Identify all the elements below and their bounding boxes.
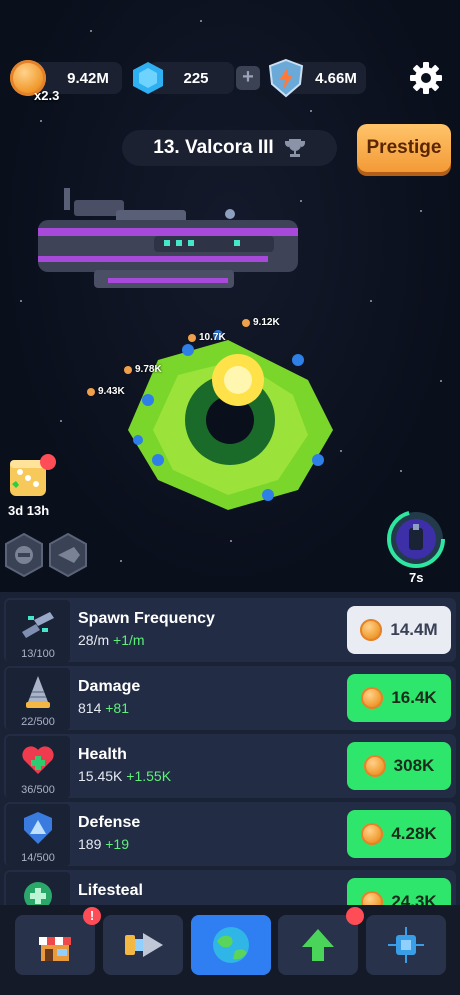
upgrade-row-spawn-frequency: 13/100 Spawn Frequency 28/m +1/m 14.4M — [4, 598, 456, 662]
drill-icon — [26, 676, 50, 708]
upgrade-name: Lifesteal — [78, 882, 143, 899]
upgrade-icon-box: 14/500 — [6, 804, 70, 866]
upgrade-icon-box: 13/100 — [6, 600, 70, 662]
heart-icon — [22, 746, 54, 774]
drill-nav-icon — [125, 933, 163, 957]
ships-icon — [22, 612, 54, 638]
planet-name: 13. Valcora III — [153, 137, 274, 158]
coin-multiplier: x2.3 — [34, 88, 60, 103]
upgrade-value: 189 +19 — [78, 836, 129, 852]
upgrade-name: Spawn Frequency — [78, 610, 215, 627]
upgrade-icon-box: 36/500 — [6, 736, 70, 798]
dice-timer: 3d 13h — [8, 503, 50, 518]
nav-shop[interactable]: ! — [15, 907, 101, 975]
damage-popup: 10.7K — [188, 332, 226, 343]
damage-popup: 9.12K — [242, 317, 280, 328]
upgrade-level: 36/500 — [21, 784, 55, 796]
upgrade-level: 14/500 — [21, 852, 55, 864]
upgrade-value: 15.45K +1.55K — [78, 768, 172, 784]
upgrade-buy-button[interactable]: 308K — [347, 742, 451, 790]
nav-chip[interactable] — [366, 915, 446, 975]
portal-icon[interactable] — [387, 510, 445, 568]
upgrade-value: 28/m +1/m — [78, 632, 145, 648]
chip-icon — [388, 927, 424, 963]
shop-icon — [39, 937, 71, 961]
planet-name-bar[interactable]: 13. Valcora III — [122, 130, 337, 166]
coin-icon — [361, 823, 384, 845]
energy-shield-icon — [268, 58, 304, 98]
upgrade-row-lifesteal: Lifesteal 24.3K — [4, 870, 456, 910]
coin-icon — [363, 755, 386, 777]
nav-drill[interactable] — [103, 915, 183, 975]
resource-bar: 9.42M x2.3 225 + 4.66M — [8, 58, 452, 103]
damage-popup: 9.43K — [87, 386, 125, 397]
nav-planet[interactable] — [191, 915, 271, 975]
mothership-sprite — [38, 188, 298, 288]
planet-sprite — [128, 330, 333, 510]
up-arrow-icon — [302, 929, 334, 961]
damage-popup: 9.78K — [124, 364, 162, 375]
coin-icon — [360, 619, 383, 641]
shield-icon — [24, 812, 52, 844]
upgrade-name: Health — [78, 746, 127, 763]
upgrade-alert-dot — [346, 907, 364, 925]
add-gems-button[interactable]: + — [236, 66, 260, 90]
upgrade-buy-button[interactable]: 4.28K — [347, 810, 451, 858]
upgrade-buy-button[interactable]: 16.4K — [347, 674, 451, 722]
nav-upgrade[interactable] — [278, 907, 364, 975]
upgrade-name: Defense — [78, 814, 141, 831]
upgrade-row-health: 36/500 Health 15.45K +1.55K 308K — [4, 734, 456, 798]
nuke-ability-icon[interactable] — [4, 533, 44, 577]
planet-nav-icon — [213, 927, 249, 963]
upgrade-level: 13/100 — [21, 648, 55, 660]
gem-icon — [133, 62, 163, 94]
upgrade-value: 814 +81 — [78, 700, 129, 716]
trophy-icon — [284, 139, 305, 157]
dice-notification-dot — [40, 454, 56, 470]
shop-alert-badge: ! — [83, 907, 101, 925]
upgrade-buy-button[interactable]: 14.4M — [347, 606, 451, 654]
prestige-button[interactable]: Prestige — [357, 124, 451, 172]
bottom-nav: ! — [0, 905, 460, 995]
upgrade-row-damage: 22/500 Damage 814 +81 16.4K — [4, 666, 456, 730]
upgrade-icon-box: 22/500 — [6, 668, 70, 730]
upgrade-level: 22/500 — [21, 716, 55, 728]
portal-timer: 7s — [409, 570, 424, 585]
missile-ability-icon[interactable] — [48, 533, 88, 577]
upgrade-panel: 13/100 Spawn Frequency 28/m +1/m 14.4M 2… — [0, 592, 460, 910]
upgrade-row-defense: 14/500 Defense 189 +19 4.28K — [4, 802, 456, 866]
gear-icon[interactable] — [408, 60, 444, 96]
upgrade-name: Damage — [78, 678, 141, 695]
coin-icon — [361, 687, 384, 709]
